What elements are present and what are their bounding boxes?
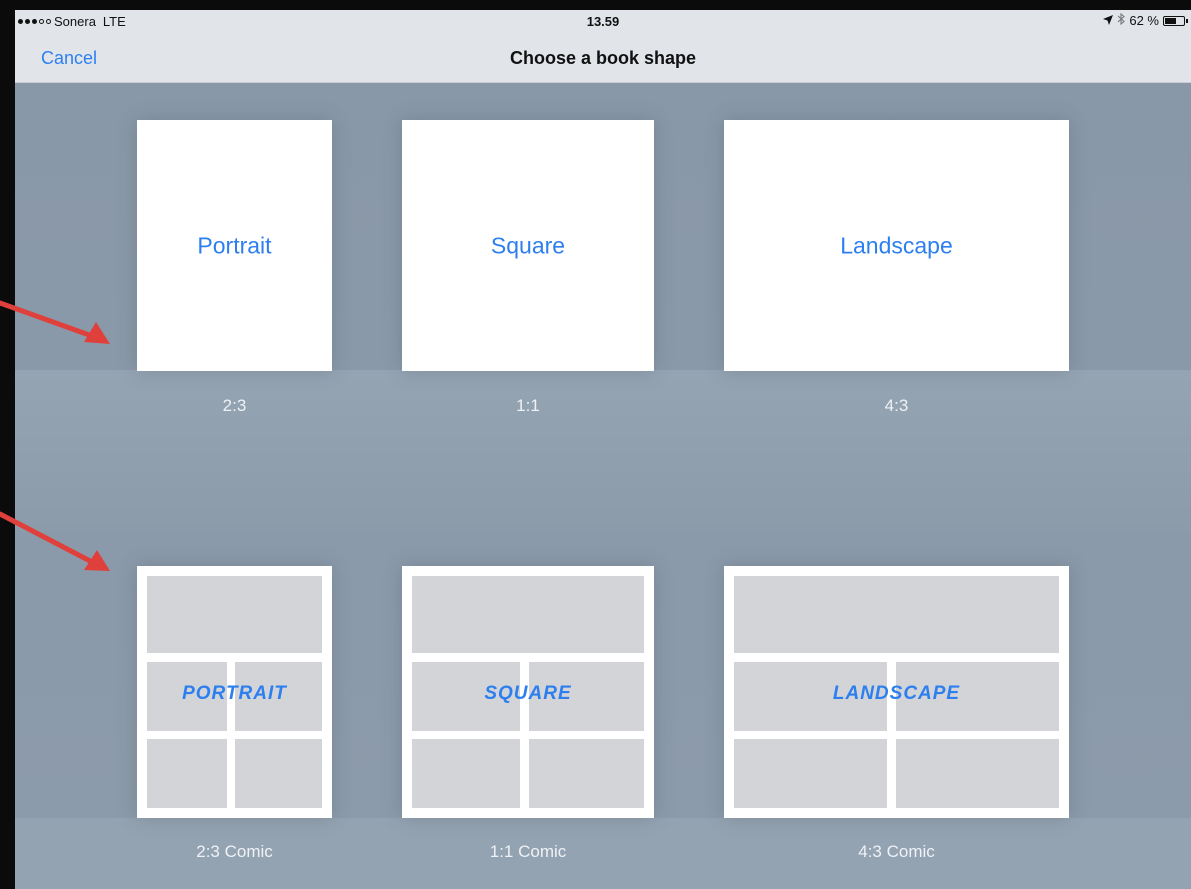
shape-ratio: 2:3 [222, 396, 247, 415]
landscape-shape-card[interactable]: Landscape [724, 120, 1069, 371]
shape-picker: Portrait 2:3 Square 1:1 Landscape 4:3 PO… [15, 84, 1191, 889]
shape-label: Landscape [840, 232, 953, 258]
bluetooth-icon [1117, 12, 1126, 28]
screen: Sonera LTE 13.59 62 % Cancel Choose a bo… [15, 10, 1191, 889]
comic-panel [734, 576, 1059, 653]
navigation-bar: Cancel Choose a book shape [15, 32, 1191, 83]
battery-icon [1163, 15, 1188, 26]
shape-label: Portrait [197, 232, 272, 258]
battery-fill [1165, 17, 1177, 24]
portrait-shape-card[interactable]: Portrait [137, 120, 332, 371]
device-frame: Sonera LTE 13.59 62 % Cancel Choose a bo… [0, 0, 1191, 889]
square-shape-card[interactable]: Square [402, 120, 654, 371]
portrait-comic-card[interactable]: PORTRAIT [137, 566, 332, 818]
status-right: 62 % [1103, 12, 1188, 28]
comic-panel [896, 739, 1059, 808]
comic-panel [147, 739, 227, 808]
comic-panel [412, 739, 520, 808]
location-arrow-icon [1103, 13, 1114, 28]
comic-label: PORTRAIT [182, 683, 287, 704]
status-time: 13.59 [586, 14, 620, 29]
battery-percent: 62 % [1129, 13, 1159, 28]
comic-ratio: 4:3 Comic [858, 842, 935, 861]
shape-label: Square [490, 232, 566, 258]
cancel-button[interactable]: Cancel [41, 48, 97, 69]
ratio-band [15, 370, 1191, 532]
comic-label: SQUARE [484, 683, 572, 704]
comic-label: LANDSCAPE [832, 683, 961, 704]
comic-panel [529, 739, 644, 808]
comic-ratio: 1:1 Comic [489, 842, 567, 861]
comic-panel [235, 739, 322, 808]
shape-ratio: 4:3 [884, 396, 909, 415]
status-bar: Sonera LTE 13.59 62 % [15, 10, 1191, 32]
square-comic-card[interactable]: SQUARE [402, 566, 654, 818]
comic-panel [412, 576, 644, 653]
shape-ratio: 1:1 [516, 396, 540, 415]
comic-panel [147, 576, 322, 653]
landscape-comic-card[interactable]: LANDSCAPE [724, 566, 1069, 818]
comic-ratio: 2:3 Comic [196, 842, 273, 861]
page-title: Choose a book shape [509, 48, 697, 68]
comic-panel [734, 739, 887, 808]
